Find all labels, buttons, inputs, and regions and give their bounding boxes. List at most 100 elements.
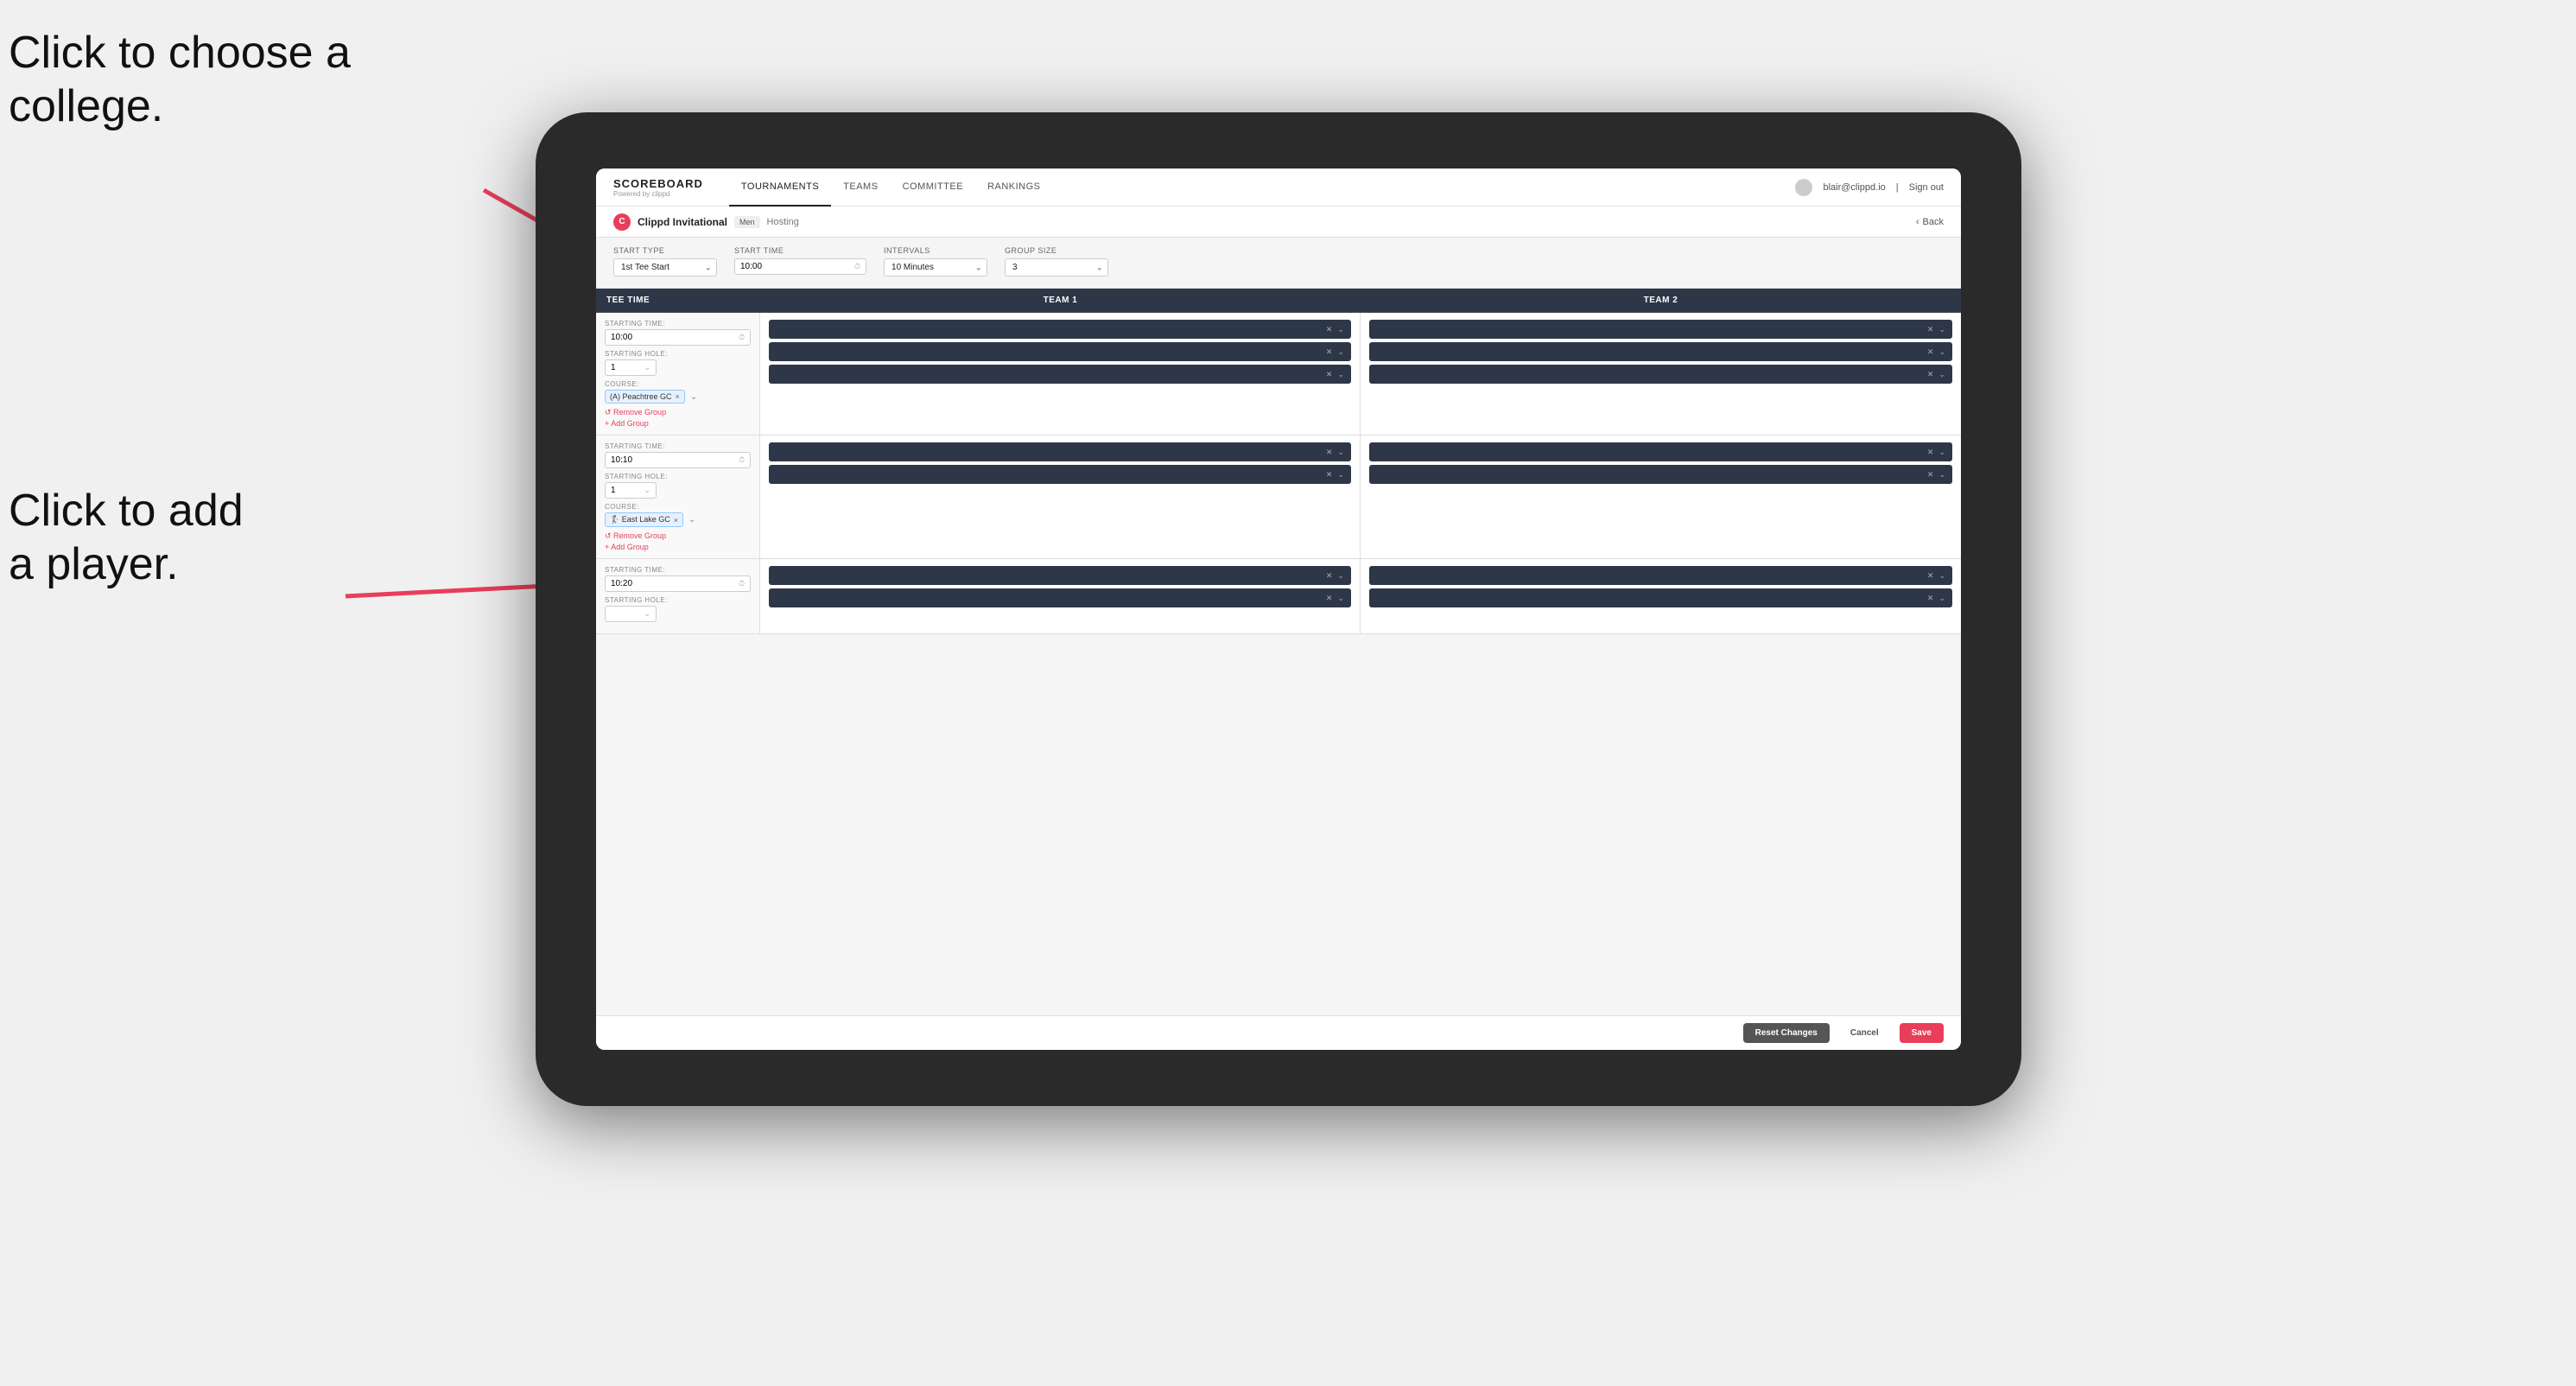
expand-icon[interactable]: ⌄ bbox=[1938, 594, 1945, 603]
cancel-button[interactable]: Cancel bbox=[1838, 1023, 1891, 1043]
player-slot-1-t1-p2[interactable]: ✕ ⌄ bbox=[769, 342, 1351, 361]
starting-hole-input-2[interactable]: ⌄ bbox=[605, 482, 657, 499]
remove-icon[interactable]: ✕ bbox=[1927, 470, 1934, 480]
player-slot-1-t1-p1[interactable]: ✕ ⌄ bbox=[769, 320, 1351, 339]
course-tag-1[interactable]: (A) Peachtree GC × bbox=[605, 390, 685, 404]
player-slot-1-t2-p1[interactable]: ✕ ⌄ bbox=[1369, 320, 1952, 339]
add-group-2[interactable]: + Add Group bbox=[605, 543, 751, 551]
remove-icon[interactable]: ✕ bbox=[1927, 448, 1934, 457]
player-slot-2-t1-p1[interactable]: ✕ ⌄ bbox=[769, 442, 1351, 461]
starting-hole-input-3[interactable]: ⌄ bbox=[605, 606, 657, 622]
player-slot-3-t2-p2[interactable]: ✕ ⌄ bbox=[1369, 588, 1952, 607]
group-2-left: STARTING TIME: ⏱ STARTING HOLE: ⌄ COURSE… bbox=[596, 436, 760, 558]
clock-icon-1: ⏱ bbox=[739, 333, 745, 342]
start-time-label: Start Time bbox=[734, 246, 866, 255]
player-slot-1-t2-p2[interactable]: ✕ ⌄ bbox=[1369, 342, 1952, 361]
starting-hole-input-1[interactable]: ⌄ bbox=[605, 359, 657, 376]
course-tag-2[interactable]: 🏌 East Lake GC × bbox=[605, 512, 683, 527]
tab-tournaments[interactable]: Tournaments bbox=[729, 168, 831, 207]
group-1-team1: ✕ ⌄ ✕ ⌄ ✕ ⌄ bbox=[760, 313, 1361, 435]
player-slot-2-t2-p2[interactable]: ✕ ⌄ bbox=[1369, 465, 1952, 484]
expand-icon[interactable]: ⌄ bbox=[1337, 594, 1344, 603]
start-time-input-wrap[interactable]: ⏱ bbox=[734, 258, 866, 275]
remove-icon[interactable]: ✕ bbox=[1326, 370, 1333, 379]
save-button[interactable]: Save bbox=[1900, 1023, 1944, 1043]
add-group-1[interactable]: + Add Group bbox=[605, 419, 751, 428]
start-time-input[interactable] bbox=[740, 262, 854, 271]
group-2-team1: ✕ ⌄ ✕ ⌄ bbox=[760, 436, 1361, 558]
player-slot-3-t1-p2[interactable]: ✕ ⌄ bbox=[769, 588, 1351, 607]
remove-icon[interactable]: ✕ bbox=[1326, 325, 1333, 334]
player-slot-2-t2-p1[interactable]: ✕ ⌄ bbox=[1369, 442, 1952, 461]
start-type-select-wrap[interactable]: 1st Tee Start bbox=[613, 258, 717, 277]
expand-icon[interactable]: ⌄ bbox=[1337, 370, 1344, 379]
remove-icon[interactable]: ✕ bbox=[1326, 571, 1333, 581]
remove-icon[interactable]: ✕ bbox=[1326, 448, 1333, 457]
tab-rankings[interactable]: Rankings bbox=[975, 168, 1052, 207]
nav-tabs: Tournaments Teams Committee Rankings bbox=[729, 168, 1796, 207]
action-links-2: ↺ Remove Group + Add Group bbox=[605, 531, 751, 551]
player-slot-1-t2-p3[interactable]: ✕ ⌄ bbox=[1369, 365, 1952, 384]
player-slot-2-t1-p2[interactable]: ✕ ⌄ bbox=[769, 465, 1351, 484]
remove-icon[interactable]: ✕ bbox=[1927, 571, 1934, 581]
remove-icon[interactable]: ✕ bbox=[1326, 470, 1333, 480]
group-3-team1: ✕ ⌄ ✕ ⌄ bbox=[760, 559, 1361, 633]
course-add-icon-2[interactable]: ⌄ bbox=[688, 515, 695, 525]
group-size-group: Group Size 3 bbox=[1005, 246, 1108, 279]
sign-out-link[interactable]: Sign out bbox=[1909, 182, 1944, 193]
tab-committee[interactable]: Committee bbox=[891, 168, 976, 207]
remove-icon[interactable]: ✕ bbox=[1927, 370, 1934, 379]
expand-icon[interactable]: ⌄ bbox=[1337, 325, 1344, 334]
reset-button[interactable]: Reset Changes bbox=[1743, 1023, 1830, 1043]
group-size-select[interactable]: 3 bbox=[1005, 258, 1108, 277]
remove-icon[interactable]: ✕ bbox=[1927, 594, 1934, 603]
remove-icon[interactable]: ✕ bbox=[1927, 347, 1934, 357]
annotation-bottom: Click to add a player. bbox=[9, 484, 244, 592]
start-type-select[interactable]: 1st Tee Start bbox=[613, 258, 717, 277]
player-slot-3-t2-p1[interactable]: ✕ ⌄ bbox=[1369, 566, 1952, 585]
remove-icon[interactable]: ✕ bbox=[1326, 594, 1333, 603]
starting-time-input-1[interactable]: ⏱ bbox=[605, 329, 751, 346]
intervals-select[interactable]: 10 Minutes bbox=[884, 258, 987, 277]
col-tee-time: Tee Time bbox=[596, 289, 760, 312]
starting-time-label-3: STARTING TIME: bbox=[605, 566, 751, 574]
group-size-label: Group Size bbox=[1005, 246, 1108, 255]
scoreboard-logo: SCOREBOARD Powered by clippd bbox=[613, 177, 703, 198]
starting-time-input-2[interactable]: ⏱ bbox=[605, 452, 751, 468]
expand-icon[interactable]: ⌄ bbox=[1938, 347, 1945, 357]
nav-right: blair@clippd.io | Sign out bbox=[1795, 179, 1944, 196]
expand-icon[interactable]: ⌄ bbox=[1938, 448, 1945, 457]
course-tag-remove-2[interactable]: × bbox=[674, 516, 678, 525]
expand-icon[interactable]: ⌄ bbox=[1938, 571, 1945, 581]
logo-sub: Powered by clippd bbox=[613, 190, 703, 198]
remove-group-2[interactable]: ↺ Remove Group bbox=[605, 531, 751, 541]
course-tag-remove-1[interactable]: × bbox=[676, 392, 680, 401]
start-time-group: Start Time ⏱ bbox=[734, 246, 866, 279]
tab-teams[interactable]: Teams bbox=[831, 168, 890, 207]
remove-group-1[interactable]: ↺ Remove Group bbox=[605, 408, 751, 417]
remove-icon[interactable]: ✕ bbox=[1326, 347, 1333, 357]
player-slot-1-t1-p3[interactable]: ✕ ⌄ bbox=[769, 365, 1351, 384]
expand-icon[interactable]: ⌄ bbox=[1337, 448, 1344, 457]
group-row-2: STARTING TIME: ⏱ STARTING HOLE: ⌄ COURSE… bbox=[596, 436, 1961, 559]
course-add-icon-1[interactable]: ⌄ bbox=[690, 392, 697, 402]
expand-icon[interactable]: ⌄ bbox=[1337, 347, 1344, 357]
intervals-group: Intervals 10 Minutes bbox=[884, 246, 987, 279]
expand-icon[interactable]: ⌄ bbox=[1337, 571, 1344, 581]
intervals-select-wrap[interactable]: 10 Minutes bbox=[884, 258, 987, 277]
expand-icon[interactable]: ⌄ bbox=[1337, 470, 1344, 480]
starting-time-input-3[interactable]: ⏱ bbox=[605, 575, 751, 592]
player-slot-3-t1-p1[interactable]: ✕ ⌄ bbox=[769, 566, 1351, 585]
sub-header: C Clippd Invitational Men Hosting ‹ Back bbox=[596, 207, 1961, 238]
expand-icon[interactable]: ⌄ bbox=[1938, 370, 1945, 379]
expand-icon[interactable]: ⌄ bbox=[1938, 470, 1945, 480]
group-size-select-wrap[interactable]: 3 bbox=[1005, 258, 1108, 277]
back-button[interactable]: ‹ Back bbox=[1916, 217, 1944, 227]
arrow-icon-1: ⌄ bbox=[644, 363, 650, 372]
clock-icon-3: ⏱ bbox=[739, 579, 745, 588]
remove-icon[interactable]: ✕ bbox=[1927, 325, 1934, 334]
clock-icon: ⏱ bbox=[854, 262, 860, 271]
expand-icon[interactable]: ⌄ bbox=[1938, 325, 1945, 334]
table-header: Tee Time Team 1 Team 2 bbox=[596, 289, 1961, 313]
logo-main: SCOREBOARD bbox=[613, 177, 703, 190]
